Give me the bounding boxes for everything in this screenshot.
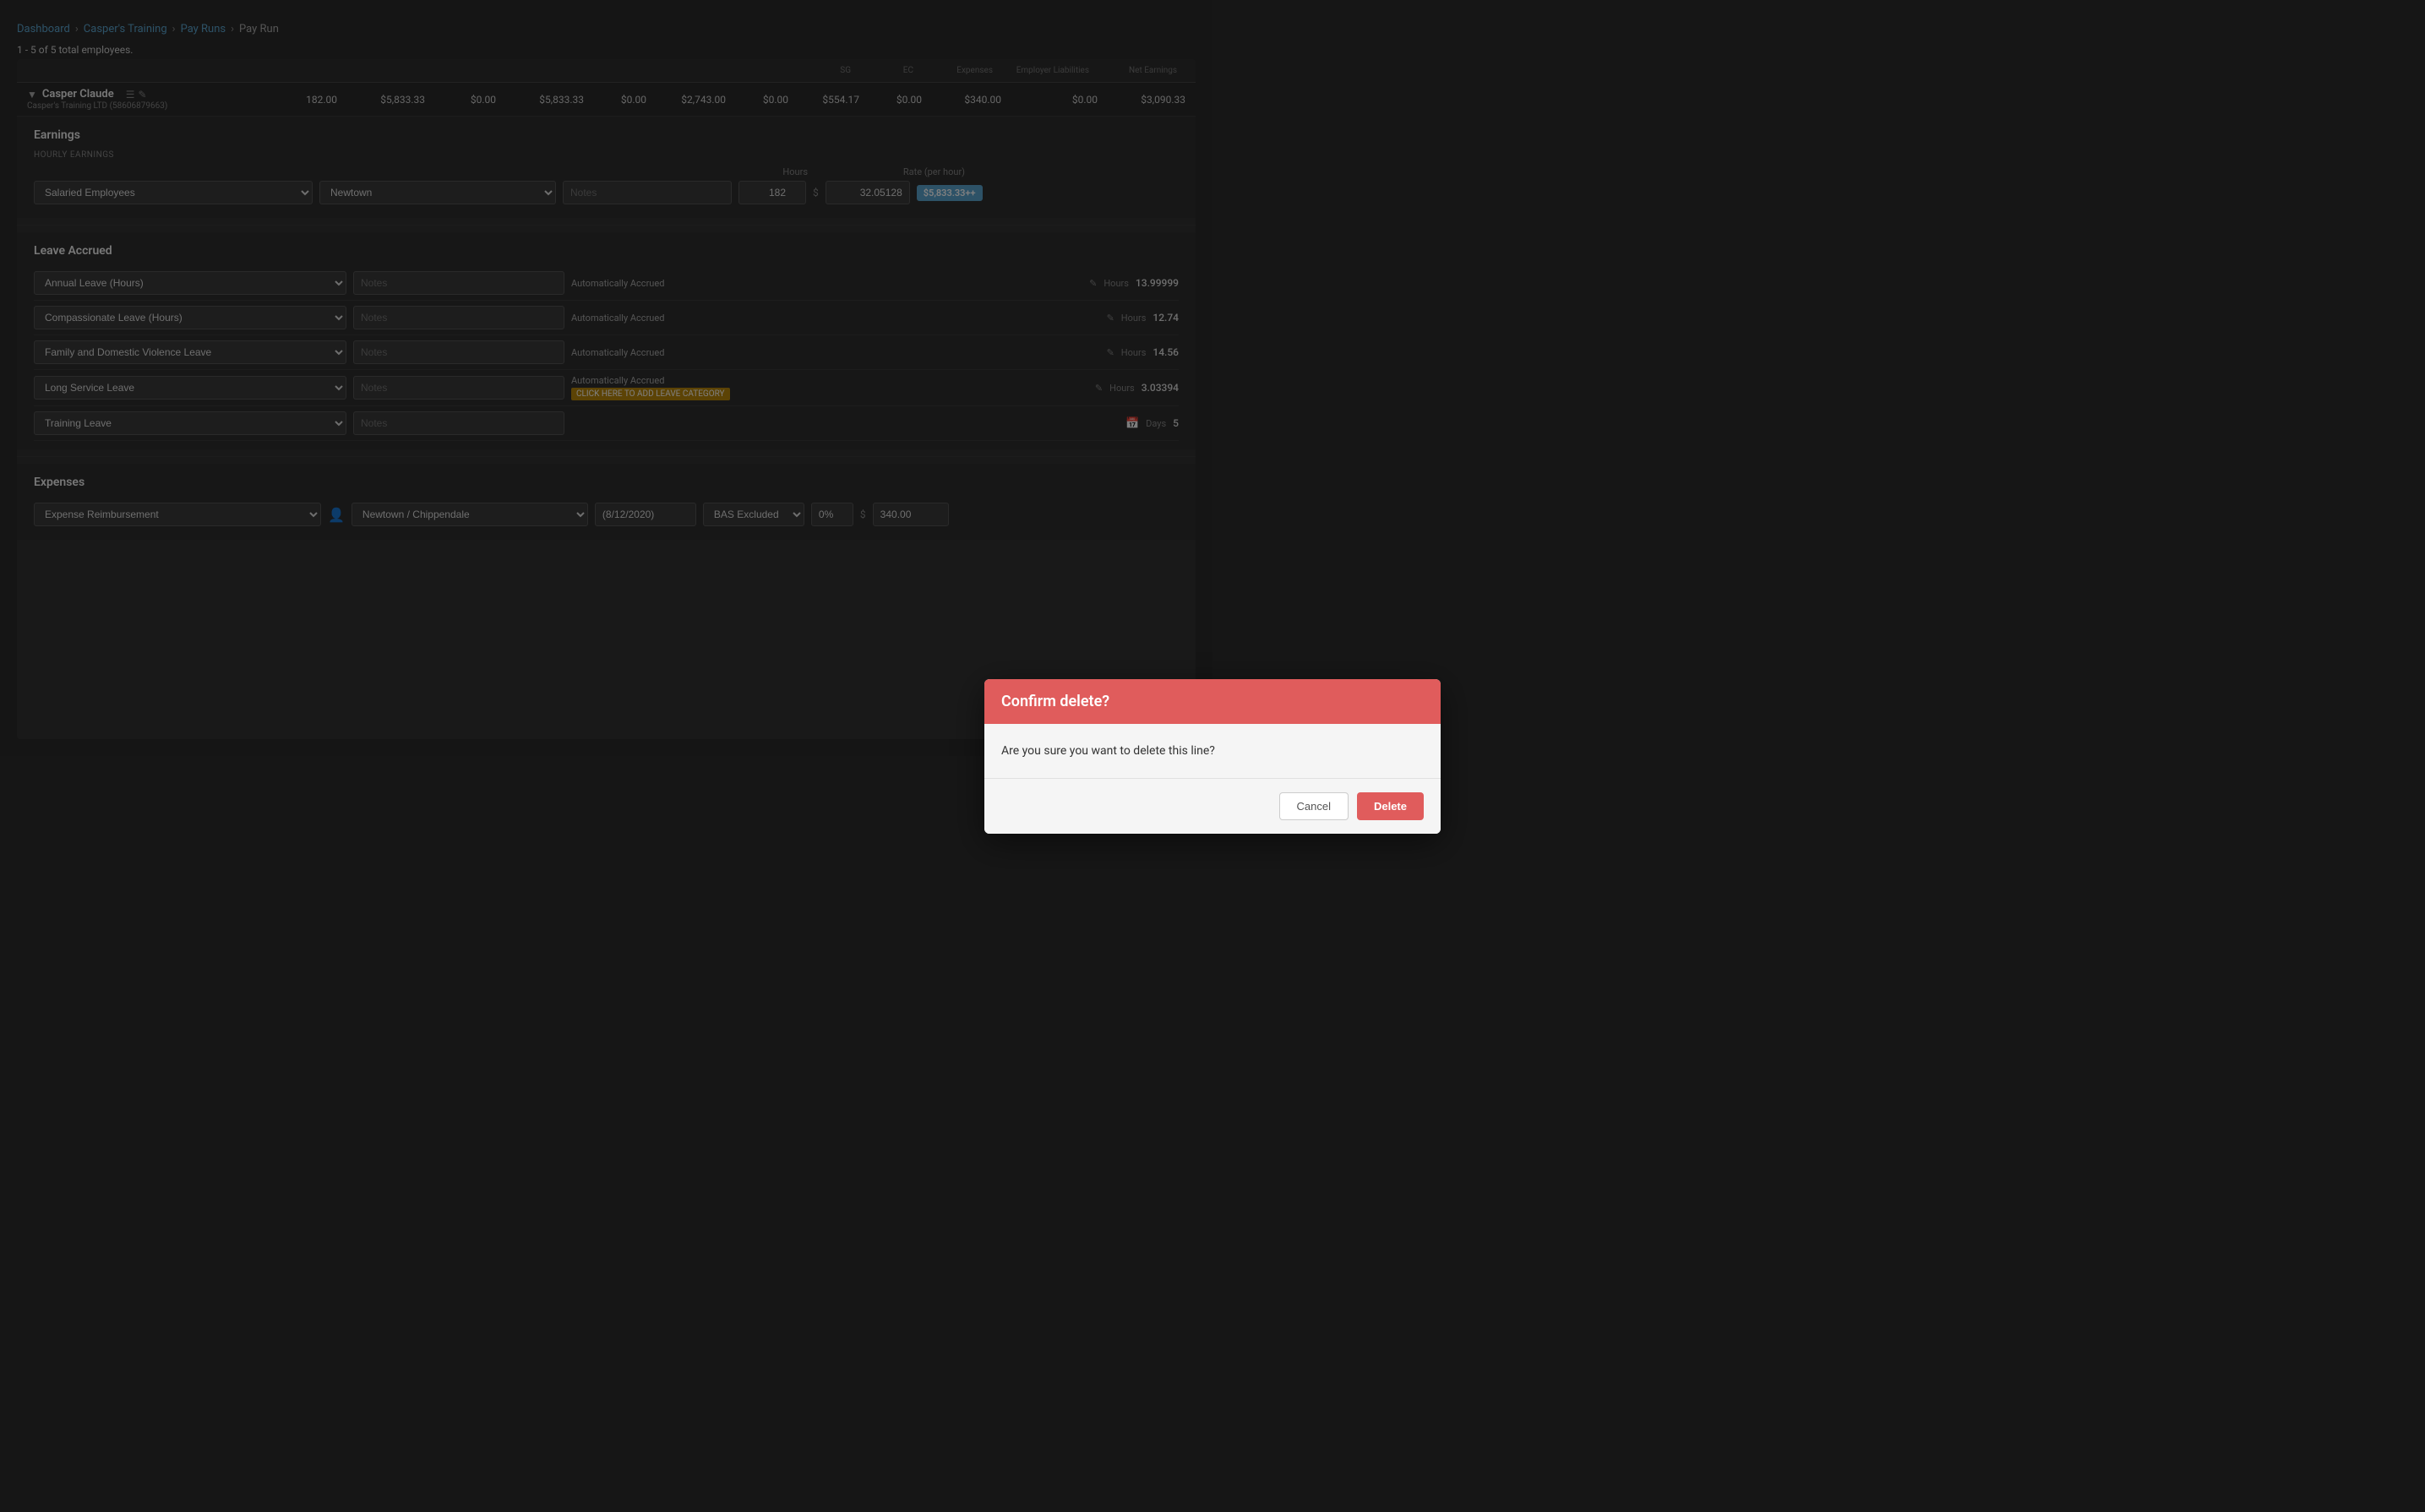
confirm-delete-modal: Confirm delete? Are you sure you want to… xyxy=(984,679,1441,834)
modal-message: Are you sure you want to delete this lin… xyxy=(1001,744,1424,758)
modal-footer: Cancel Delete xyxy=(984,778,1441,834)
cancel-button[interactable]: Cancel xyxy=(1279,792,1349,820)
modal-overlay: Confirm delete? Are you sure you want to… xyxy=(0,0,2425,1512)
modal-header: Confirm delete? xyxy=(984,679,1441,724)
modal-title: Confirm delete? xyxy=(1001,693,1424,710)
delete-button[interactable]: Delete xyxy=(1357,792,1424,820)
modal-body: Are you sure you want to delete this lin… xyxy=(984,724,1441,778)
